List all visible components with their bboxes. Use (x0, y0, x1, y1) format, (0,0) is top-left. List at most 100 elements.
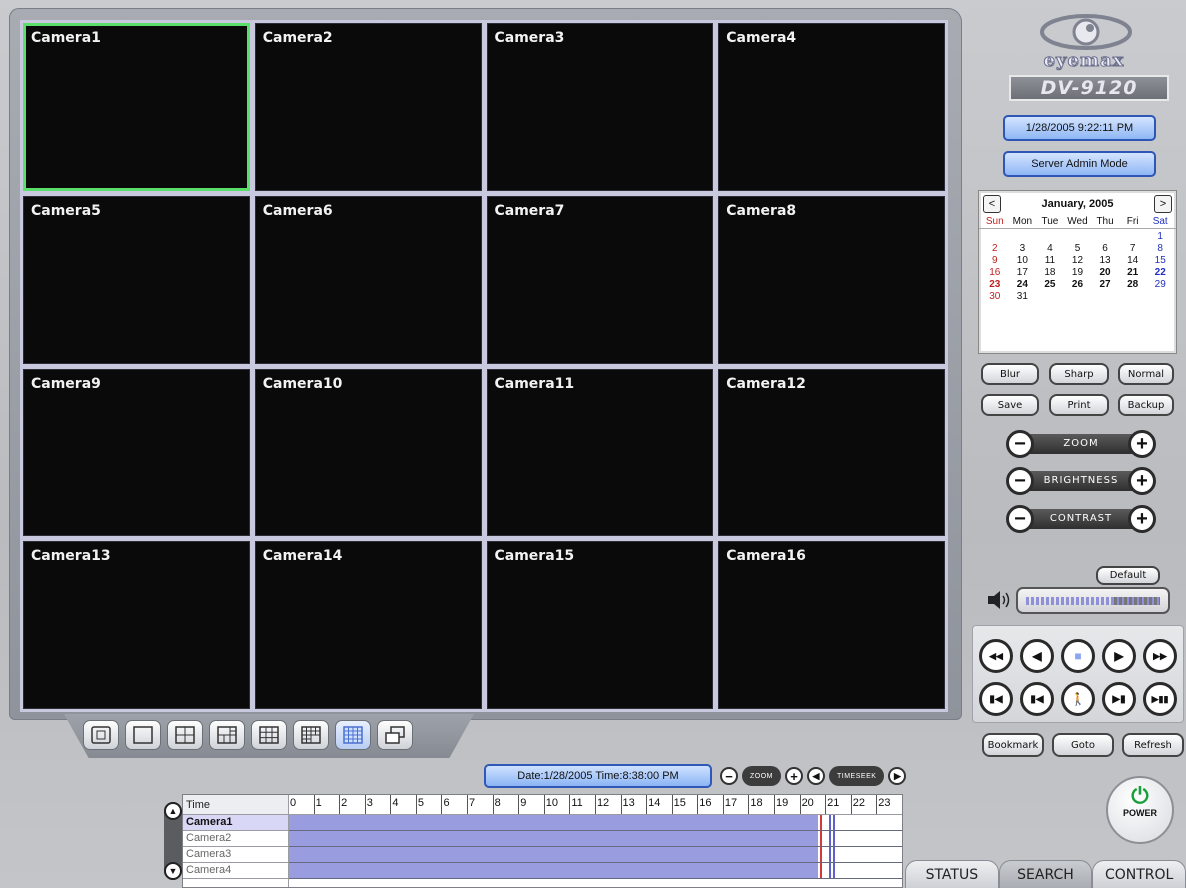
calendar-day[interactable]: 26 (1064, 279, 1092, 290)
calendar-day[interactable]: 15 (1146, 255, 1174, 266)
contrast-down-button[interactable]: − (1006, 505, 1034, 533)
timeline-zoom-out-button[interactable]: − (720, 767, 738, 785)
calendar-day[interactable]: 31 (1009, 291, 1037, 302)
stop-button[interactable]: ■ (1061, 639, 1095, 673)
zoom-out-button[interactable]: − (1006, 430, 1034, 458)
print-button[interactable]: Print (1049, 394, 1109, 416)
server-mode-button[interactable]: Server Admin Mode (1003, 151, 1156, 177)
camera-cell[interactable]: Camera10 (254, 368, 482, 537)
camera-cell[interactable]: Camera11 (486, 368, 714, 537)
calendar-day[interactable]: 21 (1119, 267, 1147, 278)
calendar-day[interactable]: 8 (1146, 243, 1174, 254)
scroll-up-icon[interactable]: ▲ (164, 802, 182, 820)
layout-16-button[interactable] (335, 720, 371, 750)
calendar-day[interactable]: 23 (981, 279, 1009, 290)
timeline-zoom-in-button[interactable]: + (785, 767, 803, 785)
timeline-rows[interactable] (288, 815, 902, 887)
zoom-in-button[interactable]: + (1128, 430, 1156, 458)
calendar-day[interactable]: 20 (1091, 267, 1119, 278)
timeline-row[interactable] (289, 847, 902, 863)
step-back-button[interactable]: ◀ (1020, 639, 1054, 673)
timeline-camera-name[interactable]: Camera4 (183, 863, 288, 879)
camera-cell[interactable]: Camera15 (486, 541, 714, 709)
layout-1-button[interactable] (125, 720, 161, 750)
calendar-day[interactable]: 30 (981, 291, 1009, 302)
timeline-scrollbar[interactable]: ▲ ▼ (164, 802, 182, 880)
camera-cell[interactable]: Camera3 (486, 23, 714, 191)
fullscreen-button[interactable] (83, 720, 119, 750)
calendar-day[interactable]: 22 (1146, 267, 1174, 278)
calendar-day[interactable]: 19 (1064, 267, 1092, 278)
scroll-down-icon[interactable]: ▼ (164, 862, 182, 880)
layout-10-button[interactable] (293, 720, 329, 750)
calendar-day[interactable]: 25 (1036, 279, 1064, 290)
goto-button[interactable]: Goto (1052, 733, 1114, 757)
motion-button[interactable]: 🚶 (1061, 682, 1095, 716)
prev-frame-button[interactable]: ▮◀ (1020, 682, 1054, 716)
calendar-day[interactable]: 6 (1091, 243, 1119, 254)
calendar-day[interactable]: 1 (1146, 231, 1174, 242)
timeline-camera-name[interactable]: Camera3 (183, 847, 288, 863)
bookmark-button[interactable]: Bookmark (982, 733, 1044, 757)
time-seek-back-button[interactable]: ◀ (807, 767, 825, 785)
play-button[interactable]: ▶ (1102, 639, 1136, 673)
tab-status[interactable]: STATUS (905, 860, 999, 888)
camera-cell[interactable]: Camera7 (486, 195, 714, 364)
camera-cell[interactable]: Camera14 (254, 541, 482, 709)
camera-cell[interactable]: Camera4 (718, 23, 945, 191)
save-button[interactable]: Save (981, 394, 1039, 416)
calendar-day[interactable]: 4 (1036, 243, 1064, 254)
camera-cell[interactable]: Camera8 (718, 195, 945, 364)
brightness-up-button[interactable]: + (1128, 467, 1156, 495)
contrast-up-button[interactable]: + (1128, 505, 1156, 533)
tab-search[interactable]: SEARCH (998, 860, 1093, 888)
calendar-prev-button[interactable]: < (983, 195, 1001, 213)
calendar-day[interactable]: 18 (1036, 267, 1064, 278)
calendar-day[interactable]: 3 (1009, 243, 1037, 254)
tab-control[interactable]: CONTROL (1092, 860, 1186, 888)
layout-9-button[interactable] (251, 720, 287, 750)
brightness-down-button[interactable]: − (1006, 467, 1034, 495)
camera-cell[interactable]: Camera1 (23, 23, 250, 191)
timeline-row[interactable] (289, 863, 902, 879)
calendar-day[interactable]: 5 (1064, 243, 1092, 254)
multi-window-button[interactable] (377, 720, 413, 750)
play-pause-button[interactable]: ▶▮▮ (1143, 682, 1177, 716)
timeline-camera-name[interactable]: Camera1 (183, 815, 288, 831)
calendar-day[interactable]: 10 (1009, 255, 1037, 266)
camera-cell[interactable]: Camera2 (254, 23, 482, 191)
refresh-button[interactable]: Refresh (1122, 733, 1184, 757)
next-frame-button[interactable]: ▶▮ (1102, 682, 1136, 716)
calendar-day[interactable]: 12 (1064, 255, 1092, 266)
calendar-day[interactable]: 13 (1091, 255, 1119, 266)
calendar-day[interactable]: 16 (981, 267, 1009, 278)
camera-cell[interactable]: Camera9 (23, 368, 250, 537)
layout-4-button[interactable] (167, 720, 203, 750)
calendar-day[interactable]: 11 (1036, 255, 1064, 266)
rewind-button[interactable]: ◀◀ (979, 639, 1013, 673)
normal-button[interactable]: Normal (1118, 363, 1174, 385)
camera-cell[interactable]: Camera16 (718, 541, 945, 709)
calendar-day[interactable]: 2 (981, 243, 1009, 254)
calendar-day[interactable]: 7 (1119, 243, 1147, 254)
calendar-day[interactable]: 29 (1146, 279, 1174, 290)
time-seek-forward-button[interactable]: ▶ (888, 767, 907, 785)
sharp-button[interactable]: Sharp (1049, 363, 1109, 385)
calendar-day[interactable]: 9 (981, 255, 1009, 266)
timeline-row[interactable] (289, 815, 902, 831)
calendar-day[interactable]: 24 (1009, 279, 1037, 290)
fast-forward-button[interactable]: ▶▶ (1143, 639, 1177, 673)
calendar-day[interactable]: 17 (1009, 267, 1037, 278)
blur-button[interactable]: Blur (981, 363, 1039, 385)
calendar-day[interactable]: 27 (1091, 279, 1119, 290)
calendar-next-button[interactable]: > (1154, 195, 1172, 213)
first-frame-button[interactable]: ▮◀ (979, 682, 1013, 716)
power-button[interactable]: ⏻ POWER (1106, 776, 1174, 844)
timeline-row[interactable] (289, 831, 902, 847)
backup-button[interactable]: Backup (1118, 394, 1174, 416)
timeline-camera-name[interactable]: Camera2 (183, 831, 288, 847)
calendar-day[interactable]: 28 (1119, 279, 1147, 290)
layout-6-button[interactable] (209, 720, 245, 750)
default-button[interactable]: Default (1096, 566, 1160, 585)
volume-slider[interactable] (1016, 587, 1170, 614)
